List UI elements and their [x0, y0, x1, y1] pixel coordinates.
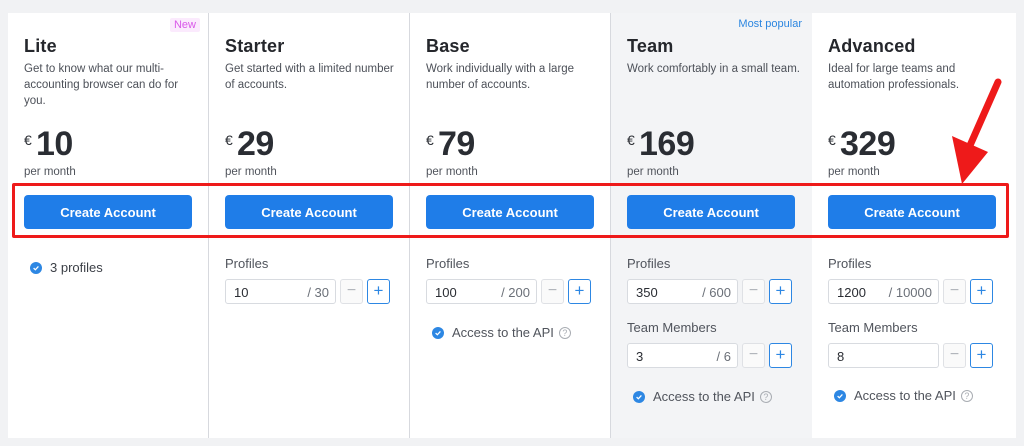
price-period: per month	[828, 166, 880, 178]
profiles-max: / 10000	[888, 285, 932, 300]
team-members-value: 8	[837, 349, 845, 364]
increment-button[interactable]: +	[970, 279, 993, 304]
help-circle-icon[interactable]: ?	[558, 326, 571, 339]
plan-description: Work individually with a large number of…	[426, 63, 575, 91]
profiles-feature: 3 profiles	[30, 260, 103, 275]
team-members-value: 3	[636, 349, 644, 364]
profiles-label: Profiles	[828, 256, 872, 271]
most-popular-badge: Most popular	[738, 18, 802, 30]
profiles-value: 100	[435, 285, 457, 300]
plan-name: Lite	[24, 36, 57, 56]
decrement-button[interactable]: −	[943, 279, 966, 304]
plan-description: Get to know what our multi-accounting br…	[24, 63, 179, 107]
price-period: per month	[426, 166, 478, 178]
increment-button[interactable]: +	[970, 343, 993, 368]
team-members-input[interactable]: 8	[828, 343, 939, 368]
plan-description: Ideal for large teams and automation pro…	[828, 63, 960, 91]
profiles-max: / 200	[501, 285, 530, 300]
profiles-value: 350	[636, 285, 658, 300]
create-account-button-lite[interactable]: Create Account	[24, 195, 192, 229]
profiles-max: / 30	[307, 285, 329, 300]
api-access-feature: Access to the API ?	[633, 389, 772, 404]
decrement-button[interactable]: −	[340, 279, 363, 304]
decrement-button[interactable]: −	[742, 343, 765, 368]
profiles-input[interactable]: 100 / 200	[426, 279, 537, 304]
profiles-value: 10	[234, 285, 249, 300]
plan-card-advanced: Advanced Ideal for large teams and autom…	[812, 13, 1016, 438]
profiles-label: Profiles	[627, 256, 671, 271]
team-members-max: / 6	[716, 349, 731, 364]
plan-name: Advanced	[828, 36, 916, 56]
price-amount: 10	[36, 125, 73, 163]
new-badge: New	[169, 18, 200, 32]
price-amount: 79	[438, 125, 475, 163]
profiles-input[interactable]: 350 / 600	[627, 279, 738, 304]
decrement-button[interactable]: −	[541, 279, 564, 304]
increment-button[interactable]: +	[769, 343, 792, 368]
team-members-input[interactable]: 3 / 6	[627, 343, 738, 368]
currency-symbol: €	[426, 132, 434, 148]
price-amount: 329	[840, 125, 896, 163]
api-access-feature: Access to the API ?	[834, 388, 973, 403]
price-period: per month	[627, 166, 679, 178]
plan-card-base: Base Work individually with a large numb…	[410, 13, 610, 438]
api-access-feature: Access to the API ?	[432, 325, 571, 340]
team-members-label: Team Members	[828, 320, 918, 335]
currency-symbol: €	[24, 132, 32, 148]
pricing-table: New Lite Get to know what our multi-acco…	[8, 13, 1016, 438]
plan-card-starter: Starter Get started with a limited numbe…	[209, 13, 409, 438]
create-account-button-base[interactable]: Create Account	[426, 195, 594, 229]
price-period: per month	[24, 166, 76, 178]
increment-button[interactable]: +	[367, 279, 390, 304]
check-circle-icon	[834, 389, 846, 402]
increment-button[interactable]: +	[769, 279, 792, 304]
team-members-label: Team Members	[627, 320, 717, 335]
decrement-button[interactable]: −	[943, 343, 966, 368]
decrement-button[interactable]: −	[742, 279, 765, 304]
help-circle-icon[interactable]: ?	[960, 389, 973, 402]
profiles-input[interactable]: 10 / 30	[225, 279, 336, 304]
check-circle-icon	[633, 390, 645, 403]
api-label: Access to the API	[452, 325, 554, 340]
create-account-button-advanced[interactable]: Create Account	[828, 195, 996, 229]
price-amount: 29	[237, 125, 274, 163]
plan-card-team: Most popular Team Work comfortably in a …	[611, 13, 812, 438]
plan-description: Work comfortably in a small team.	[627, 63, 800, 75]
create-account-button-starter[interactable]: Create Account	[225, 195, 393, 229]
api-label: Access to the API	[653, 389, 755, 404]
help-circle-icon[interactable]: ?	[759, 390, 772, 403]
profiles-max: / 600	[702, 285, 731, 300]
currency-symbol: €	[627, 132, 635, 148]
currency-symbol: €	[225, 132, 233, 148]
profiles-label: Profiles	[426, 256, 470, 271]
plan-card-lite: New Lite Get to know what our multi-acco…	[8, 13, 208, 438]
plan-name: Team	[627, 36, 674, 56]
plan-description: Get started with a limited number of acc…	[225, 63, 394, 91]
profiles-text: 3 profiles	[50, 260, 103, 275]
check-circle-icon	[30, 261, 42, 274]
check-circle-icon	[432, 326, 444, 339]
increment-button[interactable]: +	[568, 279, 591, 304]
price-amount: 169	[639, 125, 695, 163]
plan-name: Base	[426, 36, 470, 56]
plan-name: Starter	[225, 36, 285, 56]
api-label: Access to the API	[854, 388, 956, 403]
price-period: per month	[225, 166, 277, 178]
currency-symbol: €	[828, 132, 836, 148]
profiles-label: Profiles	[225, 256, 269, 271]
profiles-input[interactable]: 1200 / 10000	[828, 279, 939, 304]
create-account-button-team[interactable]: Create Account	[627, 195, 795, 229]
profiles-value: 1200	[837, 285, 866, 300]
